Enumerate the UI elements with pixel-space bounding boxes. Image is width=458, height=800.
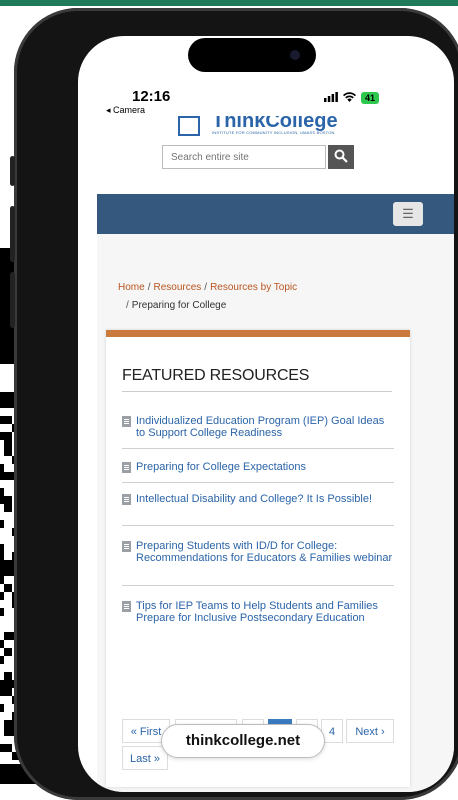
resource-link-4[interactable]: Preparing Students with ID/D for College…	[122, 540, 394, 564]
main-navbar: ☰	[97, 194, 454, 234]
status-icons: 41	[324, 91, 380, 105]
breadcrumb-resources-by-topic[interactable]: Resources by Topic	[210, 282, 297, 293]
pager-next[interactable]: Next ›	[346, 719, 394, 743]
qr-module	[4, 584, 12, 592]
qr-module	[4, 688, 12, 696]
resource-divider	[122, 482, 394, 483]
resource-title[interactable]: Intellectual Disability and College? It …	[136, 493, 372, 505]
phone-side-button-1	[10, 156, 15, 186]
resource-link-5[interactable]: Tips for IEP Teams to Help Students and …	[122, 600, 394, 624]
search-input[interactable]	[162, 145, 326, 169]
qr-module	[0, 544, 4, 552]
phone-side-button-2	[10, 206, 15, 262]
qr-module	[4, 728, 12, 736]
qr-module	[0, 656, 4, 664]
qr-module	[4, 720, 12, 728]
resource-title[interactable]: Preparing Students with ID/D for College…	[136, 540, 394, 564]
phone-side-button-3	[10, 272, 15, 328]
hamburger-icon: ☰	[402, 206, 414, 221]
url-bar[interactable]: thinkcollege.net	[161, 724, 325, 758]
qr-module	[0, 640, 4, 648]
qr-module	[4, 568, 12, 576]
logo-subtitle: INSTITUTE FOR COMMUNITY INCLUSION, UMASS…	[212, 130, 335, 135]
resource-divider	[122, 448, 394, 449]
qr-module	[4, 416, 12, 424]
qr-module	[4, 560, 12, 568]
qr-module	[4, 648, 12, 656]
resource-item: Tips for IEP Teams to Help Students and …	[122, 600, 394, 624]
resource-title[interactable]: Preparing for College Expectations	[136, 461, 306, 473]
qr-module	[0, 520, 4, 528]
qr-module	[4, 744, 12, 752]
resource-divider	[122, 525, 394, 526]
wifi-icon	[343, 91, 356, 105]
qr-module	[0, 552, 4, 560]
qr-module	[0, 592, 4, 600]
status-time: 12:16	[132, 88, 171, 105]
qr-module	[4, 440, 12, 448]
title-divider	[122, 391, 392, 392]
search-icon	[334, 149, 348, 166]
phone-screen: 12:16 ◂ Camera 41 ThinkCollege INSTITUTE…	[78, 36, 454, 792]
document-icon	[122, 541, 131, 552]
qr-module	[0, 576, 4, 584]
qr-module	[0, 488, 4, 496]
breadcrumb: Home / Resources / Resources by Topic / Prepa…	[118, 279, 378, 315]
qr-module	[4, 496, 12, 504]
resource-link-1[interactable]: Individualized Education Program (IEP) G…	[122, 415, 394, 439]
resource-divider	[122, 585, 394, 586]
pager-last[interactable]: Last »	[122, 746, 168, 770]
breadcrumb-current: Preparing for College	[131, 300, 227, 311]
dynamic-island	[188, 38, 316, 72]
featured-resources-card: FEATURED RESOURCES Individualized Educat…	[106, 330, 410, 787]
signal-icon	[324, 91, 338, 105]
document-icon	[122, 601, 131, 612]
featured-resources-title: FEATURED RESOURCES	[122, 367, 310, 384]
resource-item: Preparing for College Expectations	[122, 461, 394, 483]
site-logo[interactable]: ThinkCollege INSTITUTE FOR COMMUNITY INC…	[178, 116, 338, 138]
qr-module	[0, 704, 4, 712]
qr-module	[0, 608, 4, 616]
qr-module	[4, 504, 12, 512]
qr-module	[4, 472, 12, 480]
camera-dot	[290, 50, 300, 60]
qr-module	[4, 632, 12, 640]
resource-link-2[interactable]: Preparing for College Expectations	[122, 461, 394, 473]
qr-module	[0, 464, 4, 472]
logo-icon	[178, 116, 200, 136]
phone-frame: 12:16 ◂ Camera 41 ThinkCollege INSTITUTE…	[10, 8, 458, 800]
resource-item: Intellectual Disability and College? It …	[122, 493, 394, 526]
site-search	[162, 145, 354, 169]
resource-title[interactable]: Tips for IEP Teams to Help Students and …	[136, 600, 394, 624]
breadcrumb-home[interactable]: Home	[118, 282, 145, 293]
breadcrumb-separator: /	[126, 300, 129, 311]
resource-item: Individualized Education Program (IEP) G…	[122, 415, 394, 449]
breadcrumb-resources[interactable]: Resources	[153, 282, 201, 293]
qr-module	[4, 672, 12, 680]
pdf-document-icon	[122, 494, 131, 505]
document-icon	[122, 416, 131, 427]
breadcrumb-separator: /	[147, 282, 151, 293]
battery-indicator: 41	[361, 92, 380, 104]
qr-module	[4, 448, 12, 456]
qr-module	[4, 432, 12, 440]
resource-item: Preparing Students with ID/D for College…	[122, 540, 394, 586]
breadcrumb-separator: /	[204, 282, 208, 293]
search-button[interactable]	[328, 145, 354, 169]
resource-link-3[interactable]: Intellectual Disability and College? It …	[122, 493, 394, 505]
menu-toggle-button[interactable]: ☰	[393, 202, 423, 226]
back-to-camera-link[interactable]: ◂ Camera	[106, 105, 145, 116]
top-green-strip	[0, 0, 458, 6]
qr-module	[4, 680, 12, 688]
resource-title[interactable]: Individualized Education Program (IEP) G…	[136, 415, 394, 439]
document-icon	[122, 462, 131, 473]
